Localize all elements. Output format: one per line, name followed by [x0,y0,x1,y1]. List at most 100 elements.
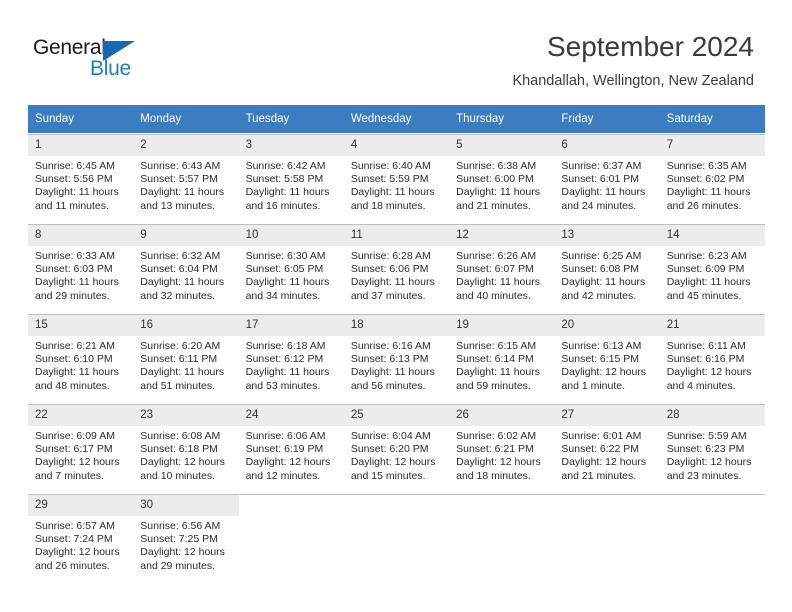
sunrise-text: Sunrise: 6:06 AM [245,430,326,442]
daylight-text-line1: Daylight: 11 hours [666,186,751,199]
sunset-text: Sunset: 6:22 PM [561,443,640,456]
day-cell[interactable]: 8 Sunrise: 6:33 AM Sunset: 6:03 PM Daylight… [28,224,134,313]
day-cell[interactable]: 30 Sunrise: 6:56 AM Sunset: 7:25 PM Dayligh… [133,494,239,583]
day-cell[interactable]: 12 Sunrise: 6:26 AM Sunset: 6:07 PM Dayligh… [449,224,555,313]
sunrise-text: Sunrise: 5:59 AM [666,430,747,442]
daylight-text-line2: and 45 minutes. [666,289,742,302]
day-cell[interactable]: 15 Sunrise: 6:21 AM Sunset: 6:10 PM Dayligh… [28,314,134,403]
day-details: Sunrise: 6:21 AM Sunset: 6:10 PM Daylight:… [28,336,133,393]
day-cell[interactable]: 3 Sunrise: 6:42 AM Sunset: 5:58 PM Daylight… [238,134,344,223]
weekday-header-thursday: Thursday [449,105,555,134]
day-details: Sunrise: 6:18 AM Sunset: 6:12 PM Daylight:… [239,336,344,393]
day-details: Sunrise: 6:15 AM Sunset: 6:14 PM Daylight:… [449,336,554,393]
day-cell[interactable]: 28 Sunrise: 5:59 AM Sunset: 6:23 PM Dayligh… [659,404,765,493]
day-details: Sunrise: 6:38 AM Sunset: 6:00 PM Daylight:… [449,156,554,213]
day-number: 28 [659,405,765,426]
day-details: Sunrise: 6:45 AM Sunset: 5:56 PM Daylight:… [28,156,133,213]
daylight-text-line1: Daylight: 11 hours [245,366,330,379]
daylight-text-line1: Daylight: 12 hours [561,366,647,379]
sunrise-text: Sunrise: 6:57 AM [35,520,115,532]
sunset-text: Sunset: 6:16 PM [666,353,745,366]
daylight-text-line2: and 59 minutes. [456,379,531,392]
day-cell[interactable]: 27 Sunrise: 6:01 AM Sunset: 6:22 PM Dayligh… [554,404,660,493]
sunset-text: Sunset: 5:57 PM [140,173,218,186]
sunrise-text: Sunrise: 6:02 AM [456,430,537,442]
calendar-cell: 19 Sunrise: 6:15 AM Sunset: 6:14 PM Dayligh… [449,313,555,404]
day-cell[interactable]: 29 Sunrise: 6:57 AM Sunset: 7:24 PM Dayligh… [28,494,134,583]
day-details: Sunrise: 6:20 AM Sunset: 6:11 PM Daylight:… [133,336,238,393]
sunrise-text: Sunrise: 6:15 AM [456,340,537,352]
day-number: 5 [449,135,555,156]
sunrise-text: Sunrise: 6:18 AM [245,340,326,352]
sunset-text: Sunset: 6:08 PM [561,263,640,276]
sunrise-text: Sunrise: 6:23 AM [666,250,747,262]
day-details: Sunrise: 6:42 AM Sunset: 5:58 PM Daylight:… [239,156,344,213]
day-cell[interactable]: 14 Sunrise: 6:23 AM Sunset: 6:09 PM Dayligh… [659,224,765,313]
day-number: 8 [28,225,134,246]
day-cell[interactable]: 25 Sunrise: 6:04 AM Sunset: 6:20 PM Dayligh… [343,404,450,493]
sunset-text: Sunset: 6:21 PM [456,443,534,456]
weekday-header-tuesday: Tuesday [238,105,344,134]
calendar-cell: 4 Sunrise: 6:40 AM Sunset: 5:59 PM Daylight… [343,133,450,224]
day-number [660,495,765,516]
daylight-text-line1: Daylight: 11 hours [245,276,330,289]
daylight-text-line1: Daylight: 12 hours [35,456,120,469]
sunset-text: Sunset: 6:14 PM [456,353,534,366]
day-cell[interactable]: 4 Sunrise: 6:40 AM Sunset: 5:59 PM Daylight… [343,134,450,223]
day-cell[interactable]: 6 Sunrise: 6:37 AM Sunset: 6:01 PM Daylight… [554,134,660,223]
day-details: Sunrise: 6:06 AM Sunset: 6:19 PM Daylight:… [239,426,344,483]
day-cell[interactable]: 7 Sunrise: 6:35 AM Sunset: 6:02 PM Daylight… [659,134,765,223]
day-cell[interactable]: 5 Sunrise: 6:38 AM Sunset: 6:00 PM Daylight… [449,134,555,223]
day-details: Sunrise: 6:56 AM Sunset: 7:25 PM Daylight:… [133,516,238,573]
day-cell[interactable]: 23 Sunrise: 6:08 AM Sunset: 6:18 PM Dayligh… [133,404,239,493]
day-cell[interactable]: 13 Sunrise: 6:25 AM Sunset: 6:08 PM Dayligh… [554,224,660,313]
day-number: 18 [343,315,450,336]
day-cell[interactable]: 22 Sunrise: 6:09 AM Sunset: 6:17 PM Dayligh… [28,404,134,493]
day-cell[interactable]: 16 Sunrise: 6:20 AM Sunset: 6:11 PM Dayligh… [133,314,239,403]
daylight-text-line1: Daylight: 11 hours [456,366,540,379]
daylight-text-line1: Daylight: 11 hours [35,366,119,379]
calendar-cell: 23 Sunrise: 6:08 AM Sunset: 6:18 PM Dayligh… [133,403,239,494]
day-details: Sunrise: 6:28 AM Sunset: 6:06 PM Daylight:… [344,246,449,303]
day-cell[interactable]: 11 Sunrise: 6:28 AM Sunset: 6:06 PM Dayligh… [343,224,450,313]
general-blue-logo[interactable]: General Blue [33,36,163,86]
day-cell[interactable]: 19 Sunrise: 6:15 AM Sunset: 6:14 PM Dayligh… [449,314,555,403]
sunset-text: Sunset: 5:58 PM [245,173,324,186]
calendar-cell: 6 Sunrise: 6:37 AM Sunset: 6:01 PM Daylight… [554,133,660,224]
day-cell[interactable]: 9 Sunrise: 6:32 AM Sunset: 6:04 PM Daylight… [133,224,239,313]
title-block: September 2024 Khandallah, Wellington, N… [512,30,754,91]
sunrise-text: Sunrise: 6:40 AM [350,160,431,172]
sunrise-text: Sunrise: 6:42 AM [245,160,326,172]
calendar-cell: 21 Sunrise: 6:11 AM Sunset: 6:16 PM Dayligh… [659,313,765,404]
day-number: 13 [554,225,660,246]
sunset-text: Sunset: 6:00 PM [456,173,534,186]
day-details: Sunrise: 6:30 AM Sunset: 6:05 PM Daylight:… [239,246,344,303]
sunset-text: Sunset: 6:13 PM [350,353,429,366]
day-number [344,495,449,516]
day-cell[interactable]: 26 Sunrise: 6:02 AM Sunset: 6:21 PM Dayligh… [449,404,555,493]
day-cell[interactable]: 17 Sunrise: 6:18 AM Sunset: 6:12 PM Dayligh… [238,314,344,403]
day-cell[interactable]: 1 Sunrise: 6:45 AM Sunset: 5:56 PM Daylight… [28,134,134,223]
calendar-cell: 1 Sunrise: 6:45 AM Sunset: 5:56 PM Daylight… [28,133,134,224]
calendar-week-row: 1 Sunrise: 6:45 AM Sunset: 5:56 PM Daylight… [28,133,765,224]
day-cell[interactable]: 10 Sunrise: 6:30 AM Sunset: 6:05 PM Dayligh… [238,224,344,313]
daylight-text-line2: and 29 minutes. [35,289,110,302]
day-cell[interactable]: 20 Sunrise: 6:13 AM Sunset: 6:15 PM Dayligh… [554,314,660,403]
day-cell[interactable]: 21 Sunrise: 6:11 AM Sunset: 6:16 PM Dayligh… [659,314,765,403]
day-cell[interactable]: 18 Sunrise: 6:16 AM Sunset: 6:13 PM Dayligh… [343,314,450,403]
day-details: Sunrise: 6:11 AM Sunset: 6:16 PM Daylight:… [660,336,765,393]
day-number: 26 [449,405,555,426]
day-number: 24 [238,405,344,426]
day-number: 14 [659,225,765,246]
sunrise-text: Sunrise: 6:01 AM [561,430,642,442]
day-cell[interactable]: 24 Sunrise: 6:06 AM Sunset: 6:19 PM Dayligh… [238,404,344,493]
sunset-text: Sunset: 6:02 PM [666,173,745,186]
day-number: 7 [659,135,765,156]
day-cell[interactable]: 2 Sunrise: 6:43 AM Sunset: 5:57 PM Daylight… [133,134,239,223]
day-number: 19 [449,315,555,336]
daylight-text-line2: and 4 minutes. [666,379,736,392]
daylight-text-line1: Daylight: 11 hours [350,366,435,379]
sunrise-text: Sunrise: 6:33 AM [35,250,115,262]
sunrise-text: Sunrise: 6:09 AM [35,430,115,442]
sunset-text: Sunset: 7:25 PM [140,533,218,546]
